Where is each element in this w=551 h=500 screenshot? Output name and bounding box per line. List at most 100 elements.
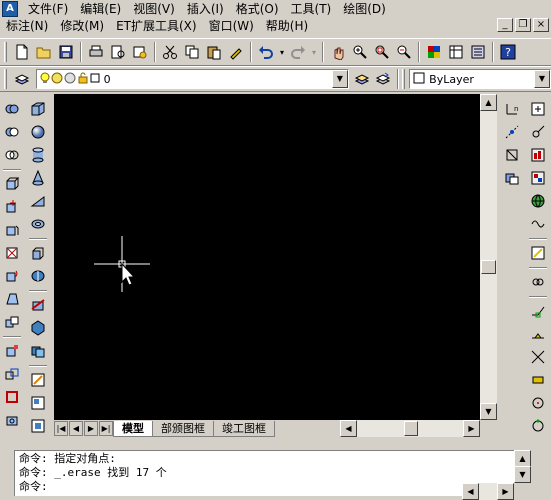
globe-icon[interactable] [528,191,548,211]
preview-icon[interactable] [108,42,128,62]
object-snap-intersection-icon[interactable] [528,347,548,367]
ucs-view-icon[interactable] [502,168,522,188]
scroll-up-icon[interactable]: ▲ [480,94,497,111]
imprint-icon[interactable] [2,410,22,430]
extrude-faces-icon[interactable] [2,174,22,194]
setup-profile-icon[interactable] [28,416,48,436]
slice-icon[interactable] [28,295,48,315]
zoom-previous-icon[interactable] [394,42,414,62]
taper-faces-icon[interactable] [2,289,22,309]
scroll-up-icon[interactable]: ▲ [514,450,531,467]
ucs-object-icon[interactable] [502,122,522,142]
cone-icon[interactable] [28,168,48,188]
scroll-right-icon[interactable]: ▶ [463,420,480,437]
undo-icon[interactable] [256,42,276,62]
scroll-down-icon[interactable]: ▼ [514,466,531,483]
section-icon[interactable] [28,318,48,338]
menu-window[interactable]: 窗口(W) [203,17,260,35]
menu-format[interactable]: 格式(O) [230,0,285,18]
ucs-3point-icon[interactable] [502,145,522,165]
paste-icon[interactable] [204,42,224,62]
menu-file[interactable]: 文件(F) [22,0,74,18]
scroll-left-icon[interactable]: ◀ [340,420,357,437]
torus-icon[interactable] [28,214,48,234]
canvas-horizontal-scrollbar[interactable]: ◀ ▶ [340,420,480,437]
ucs-icon[interactable]: n [502,99,522,119]
cut-icon[interactable] [160,42,180,62]
union-icon[interactable] [2,99,22,119]
redo-icon[interactable] [288,42,308,62]
extrude-icon[interactable] [28,243,48,263]
command-prompt[interactable]: 命令: [19,480,510,494]
scroll-down-icon[interactable]: ▼ [480,403,497,420]
intersect-icon[interactable] [2,145,22,165]
scroll-left-icon[interactable]: ◀ [462,483,479,500]
distance-icon[interactable] [528,122,548,142]
mass-properties-icon[interactable] [528,168,548,188]
tool-palettes-icon[interactable] [468,42,488,62]
tab-model[interactable]: 模型 [113,420,153,437]
explode-icon[interactable] [528,99,548,119]
minimize-button[interactable]: _ [497,18,513,32]
open-icon[interactable] [34,42,54,62]
command-window[interactable]: 命令: 指定对角点: 命令: _.erase 找到 17 个 命令: [14,450,514,496]
menu-help[interactable]: 帮助(H) [260,17,314,35]
chevron-down-icon[interactable]: ▼ [533,70,550,88]
subtract-icon[interactable] [2,122,22,142]
color-edges-icon[interactable] [2,387,22,407]
new-file-icon[interactable] [12,42,32,62]
print-icon[interactable] [86,42,106,62]
link-icon[interactable] [528,272,548,292]
tab-layout-1[interactable]: 部颁图框 [152,420,214,437]
prev-tab-icon[interactable]: ◀ [69,421,83,436]
app-icon[interactable]: A [2,1,18,17]
zoom-window-icon[interactable] [372,42,392,62]
publish-icon[interactable] [130,42,150,62]
menu-view[interactable]: 视图(V) [127,0,181,18]
area-icon[interactable] [528,145,548,165]
copy-edges-icon[interactable] [2,364,22,384]
delete-faces-icon[interactable] [2,243,22,263]
menu-insert[interactable]: 插入(I) [181,0,230,18]
color-faces-icon[interactable] [2,341,22,361]
scroll-thumb[interactable] [481,260,496,274]
sphere-icon[interactable] [28,122,48,142]
make-current-layer-icon[interactable] [352,69,372,89]
chevron-down-icon[interactable]: ▼ [331,70,348,88]
wave-icon[interactable] [528,214,548,234]
object-snap-center-icon[interactable] [528,393,548,413]
setup-drawing-icon[interactable] [28,370,48,390]
save-icon[interactable] [56,42,76,62]
menu-draw[interactable]: 绘图(D) [337,0,392,18]
drawing-canvas[interactable] [54,94,480,420]
layer-manager-icon[interactable] [12,69,32,89]
rotate-faces-icon[interactable] [2,266,22,286]
revolve-icon[interactable] [28,266,48,286]
tab-layout-2[interactable]: 竣工图框 [213,420,275,437]
next-tab-icon[interactable]: ▶ [84,421,98,436]
first-tab-icon[interactable]: |◀ [54,421,68,436]
setup-view-icon[interactable] [28,393,48,413]
canvas-vertical-scrollbar[interactable]: ▲ ▼ [480,94,497,420]
menu-et-tools[interactable]: ET扩展工具(X) [110,17,203,35]
linetype-combo[interactable]: ByLayer ▼ [409,69,551,89]
wedge-icon[interactable] [28,191,48,211]
command-horizontal-scrollbar[interactable]: ◀ ▶ [462,483,514,500]
scroll-right-icon[interactable]: ▶ [497,483,514,500]
scroll-thumb[interactable] [404,421,418,436]
pan-icon[interactable] [328,42,348,62]
object-snap-midpoint-icon[interactable] [528,324,548,344]
undo-dropdown-icon[interactable]: ▾ [278,42,286,62]
toolbar-grip[interactable] [402,69,406,89]
copy-faces-icon[interactable] [2,312,22,332]
object-snap-extension-icon[interactable] [528,370,548,390]
copy-icon[interactable] [182,42,202,62]
command-vertical-scrollbar[interactable]: ▲ ▼ [514,450,531,483]
layer-combo[interactable]: 0 ▼ [35,69,349,89]
menu-edit[interactable]: 编辑(E) [74,0,127,18]
menu-tools[interactable]: 工具(T) [285,0,338,18]
object-snap-quadrant-icon[interactable] [528,416,548,436]
box-icon[interactable] [28,99,48,119]
redo-dropdown-icon[interactable]: ▾ [310,42,318,62]
cylinder-icon[interactable] [28,145,48,165]
